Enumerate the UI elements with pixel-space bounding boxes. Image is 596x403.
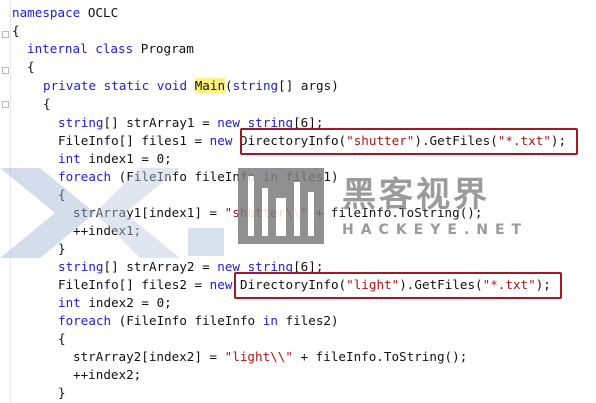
- code-text: ++index2;: [73, 367, 142, 382]
- keyword: in: [262, 313, 278, 328]
- highlight-box-shutter: [240, 128, 578, 155]
- fold-marker[interactable]: [2, 31, 9, 38]
- keyword: new: [217, 115, 240, 130]
- code-text: FileInfo[] files2 =: [58, 277, 210, 292]
- keyword: new: [209, 277, 233, 292]
- code-text: (FileInfo fileInfo: [111, 169, 263, 184]
- keyword: foreach: [58, 313, 112, 328]
- code-line-11: {: [58, 186, 66, 204]
- method-name-highlight: Main: [194, 78, 226, 93]
- keyword: int: [58, 295, 81, 310]
- namespace-name: OCLC: [80, 5, 119, 20]
- fold-marker[interactable]: [2, 67, 9, 74]
- keyword: namespace: [12, 5, 81, 20]
- code-text: + fileInfo.ToString();: [308, 205, 483, 220]
- code-line-3: internal class Program: [27, 40, 194, 58]
- code-line-20: strArray2[index2] = "light\\" + fileInfo…: [73, 348, 467, 366]
- code-text: (FileInfo fileInfo: [111, 313, 263, 328]
- keyword: internal: [27, 41, 88, 56]
- code-line-1: namespace OCLC: [12, 4, 118, 22]
- code-line-14: }: [58, 240, 66, 258]
- code-line-19: {: [58, 330, 66, 348]
- keyword: new: [209, 133, 233, 148]
- code-text: strArray1[index1] =: [73, 205, 225, 220]
- brace: {: [43, 96, 51, 111]
- brace: {: [27, 59, 35, 74]
- keyword: foreach: [58, 169, 112, 184]
- code-text: [] args): [278, 78, 339, 93]
- keyword: class: [95, 41, 134, 56]
- code-text: files2): [277, 313, 339, 328]
- code-text: (: [225, 78, 233, 93]
- code-line-21: ++index2;: [73, 366, 141, 384]
- code-line-10: foreach (FileInfo fileInfo in files1): [58, 168, 339, 186]
- brace: {: [58, 331, 66, 346]
- keyword: string: [58, 115, 104, 130]
- code-text: [] strArray1 =: [103, 115, 218, 130]
- class-name: Program: [133, 41, 194, 56]
- string-literal: "light\\": [224, 349, 293, 364]
- code-text: + fileInfo.ToString();: [292, 349, 468, 364]
- keyword: in: [262, 169, 278, 184]
- code-line-9: int index1 = 0;: [58, 150, 172, 168]
- code-line-5: private static void Main(string[] args): [43, 77, 339, 95]
- keyword: private: [43, 78, 97, 93]
- keyword: int: [58, 151, 81, 166]
- brace: {: [58, 187, 66, 202]
- keyword: string: [232, 78, 279, 93]
- code-text: index1 = 0;: [80, 151, 172, 166]
- code-text: index2 = 0;: [80, 295, 172, 310]
- keyword: void: [156, 78, 188, 93]
- code-editor[interactable]: namespace OCLC { internal class Program …: [0, 0, 596, 403]
- brace: }: [58, 241, 66, 256]
- fold-marker[interactable]: [2, 101, 9, 108]
- code-text: [] strArray2 =: [103, 259, 218, 274]
- highlight-box-light: [234, 272, 562, 299]
- code-text: ++index1;: [73, 223, 142, 238]
- keyword: string: [58, 259, 104, 274]
- code-text: FileInfo[] files1 =: [58, 133, 210, 148]
- code-line-17: int index2 = 0;: [58, 294, 172, 312]
- code-line-22: }: [58, 384, 66, 402]
- code-line-6: {: [43, 95, 51, 113]
- code-text: files1): [277, 169, 339, 184]
- brace: {: [12, 23, 20, 38]
- code-text: strArray2[index2] =: [73, 349, 225, 364]
- code-line-12: strArray1[index1] = "shutter\\" + fileIn…: [73, 204, 482, 222]
- code-line-2: {: [12, 22, 20, 40]
- brace: }: [58, 385, 66, 400]
- code-line-4: {: [27, 58, 35, 76]
- editor-gutter: [0, 0, 11, 403]
- code-line-13: ++index1;: [73, 222, 141, 240]
- keyword: static: [103, 78, 150, 93]
- code-line-18: foreach (FileInfo fileInfo in files2): [58, 312, 339, 330]
- string-literal: "shutter\\": [224, 205, 309, 220]
